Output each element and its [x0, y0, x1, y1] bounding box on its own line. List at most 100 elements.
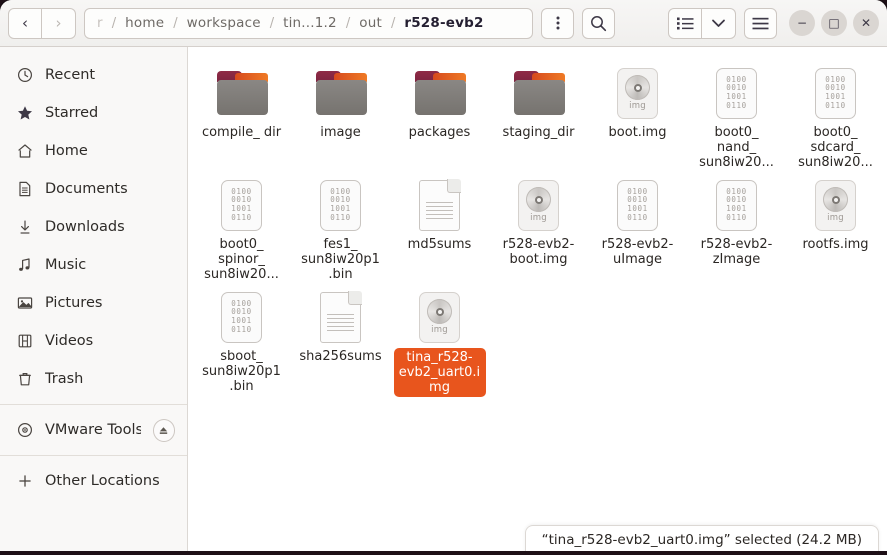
- window-bottom-edge: [0, 551, 887, 555]
- binary-file-icon: 0100 0010 1001 0110: [716, 179, 757, 231]
- eject-button[interactable]: [152, 418, 175, 442]
- file-item[interactable]: 0100 0010 1001 0110 sboot_ sun8iw20p1 .bin: [192, 283, 291, 397]
- file-item[interactable]: 0100 0010 1001 0110 boot0_ sdcard_ sun8iw20.…: [786, 59, 885, 171]
- sidebar-item-music[interactable]: Music: [0, 246, 187, 284]
- sidebar-divider: [0, 404, 187, 405]
- disc-image-file-icon: img: [815, 179, 856, 231]
- sidebar-item-label: Home: [45, 143, 88, 159]
- breadcrumb-separator: /: [390, 15, 396, 31]
- file-icon-wrap: [419, 177, 461, 233]
- search-button[interactable]: [582, 7, 616, 39]
- sidebar-item-pictures[interactable]: Pictures: [0, 284, 187, 322]
- file-icon-wrap: 0100 0010 1001 0110: [716, 65, 757, 121]
- file-item[interactable]: 0100 0010 1001 0110 r528-evb2- uImage: [588, 171, 687, 283]
- list-view-button[interactable]: [668, 7, 703, 39]
- minimize-button[interactable]: −: [789, 10, 816, 36]
- sidebar-item-videos[interactable]: Videos: [0, 322, 187, 360]
- breadcrumb-item-0[interactable]: r: [95, 15, 105, 31]
- file-label: boot0_ nand_ sun8iw20...: [699, 125, 774, 170]
- sidebar-item-label: Other Locations: [45, 473, 160, 489]
- sidebar-item-label: Videos: [45, 333, 94, 349]
- breadcrumb-item-4[interactable]: out: [357, 15, 384, 31]
- kebab-menu-icon: [556, 16, 560, 30]
- header-bar: ‹ › r / home / workspace / tin...1.2 / o…: [0, 0, 887, 47]
- binary-file-icon: 0100 0010 1001 0110: [221, 179, 262, 231]
- sidebar-item-documents[interactable]: Documents: [0, 170, 187, 208]
- sidebar: Recent Starred Home Documents Downloads …: [0, 47, 188, 555]
- file-item[interactable]: packages: [390, 59, 489, 171]
- file-label: packages: [408, 125, 471, 140]
- file-item[interactable]: md5sums: [390, 171, 489, 283]
- file-manager-window: ‹ › r / home / workspace / tin...1.2 / o…: [0, 0, 887, 555]
- file-item[interactable]: 0100 0010 1001 0110 boot0_ spinor_ sun8iw20.…: [192, 171, 291, 283]
- minimize-icon: −: [796, 16, 808, 30]
- sidebar-item-home[interactable]: Home: [0, 132, 187, 170]
- breadcrumb-item-2[interactable]: workspace: [185, 15, 263, 31]
- plus-icon: [16, 473, 33, 490]
- back-button[interactable]: ‹: [8, 7, 42, 39]
- file-item[interactable]: image: [291, 59, 390, 171]
- file-icon-wrap: [314, 65, 368, 121]
- file-item[interactable]: img r528-evb2- boot.img: [489, 171, 588, 283]
- file-label: staging_dir: [502, 125, 575, 140]
- file-item[interactable]: sha256sums: [291, 283, 390, 397]
- file-label: boot0_ spinor_ sun8iw20...: [204, 237, 279, 282]
- breadcrumb-item-3[interactable]: tin...1.2: [281, 15, 339, 31]
- sidebar-item-label: Pictures: [45, 295, 103, 311]
- file-label: boot0_ sdcard_ sun8iw20...: [798, 125, 873, 170]
- document-icon: [16, 181, 33, 198]
- file-item[interactable]: 0100 0010 1001 0110 r528-evb2- zImage: [687, 171, 786, 283]
- maximize-button[interactable]: □: [821, 10, 848, 36]
- file-item[interactable]: compile_ dir: [192, 59, 291, 171]
- folder-icon: [413, 71, 467, 115]
- text-file-icon: [419, 178, 461, 231]
- sidebar-item-label: Music: [45, 257, 87, 273]
- music-note-icon: [16, 257, 33, 274]
- file-label: sha256sums: [299, 349, 382, 364]
- view-options-button[interactable]: [702, 7, 737, 39]
- file-item[interactable]: 0100 0010 1001 0110 boot0_ nand_ sun8iw20...: [687, 59, 786, 171]
- sidebar-item-other-locations[interactable]: Other Locations: [0, 462, 187, 500]
- file-icon-wrap: img: [518, 177, 559, 233]
- file-icon-wrap: 0100 0010 1001 0110: [320, 177, 361, 233]
- file-item[interactable]: 0100 0010 1001 0110 fes1_ sun8iw20p1 .bin: [291, 171, 390, 283]
- sidebar-item-vmware-tools[interactable]: VMware Tools: [0, 411, 187, 449]
- disc-image-file-icon: img: [518, 179, 559, 231]
- sidebar-item-starred[interactable]: Starred: [0, 94, 187, 132]
- binary-file-icon: 0100 0010 1001 0110: [320, 179, 361, 231]
- close-button[interactable]: ✕: [853, 10, 880, 36]
- file-icon-wrap: [320, 289, 362, 345]
- sidebar-item-label: Recent: [45, 67, 96, 83]
- file-item[interactable]: img boot.img: [588, 59, 687, 171]
- binary-file-icon: 0100 0010 1001 0110: [617, 179, 658, 231]
- file-item[interactable]: staging_dir: [489, 59, 588, 171]
- main-menu-button[interactable]: [744, 7, 778, 39]
- sidebar-item-trash[interactable]: Trash: [0, 360, 187, 398]
- sidebar-item-downloads[interactable]: Downloads: [0, 208, 187, 246]
- file-item[interactable]: img rootfs.img: [786, 171, 885, 283]
- folder-icon: [512, 71, 566, 115]
- sidebar-item-recent[interactable]: Recent: [0, 56, 187, 94]
- file-icon-wrap: 0100 0010 1001 0110: [617, 177, 658, 233]
- window-controls: − □ ✕: [789, 10, 880, 36]
- disc-image-file-icon: img: [617, 67, 658, 119]
- path-bar[interactable]: r / home / workspace / tin...1.2 / out /…: [84, 7, 534, 39]
- film-icon: [16, 333, 33, 350]
- file-label: image: [320, 125, 361, 140]
- file-icon-wrap: img: [419, 289, 460, 345]
- sidebar-item-label: Starred: [45, 105, 99, 121]
- forward-button[interactable]: ›: [42, 7, 76, 39]
- sidebar-item-label: Downloads: [45, 219, 125, 235]
- maximize-icon: □: [828, 16, 840, 30]
- path-menu-button[interactable]: [541, 7, 575, 39]
- breadcrumb-item-1[interactable]: home: [123, 15, 166, 31]
- breadcrumb-item-current[interactable]: r528-evb2: [402, 15, 485, 31]
- close-icon: ✕: [860, 16, 872, 30]
- list-view-icon: [676, 17, 694, 29]
- file-label: tina_r528-evb2_uart0.img: [393, 348, 486, 397]
- file-item-selected[interactable]: img tina_r528-evb2_uart0.img: [390, 283, 489, 397]
- file-icon-wrap: [512, 65, 566, 121]
- binary-file-icon: 0100 0010 1001 0110: [221, 291, 262, 343]
- navigation-buttons: ‹ ›: [8, 7, 76, 39]
- file-grid-area[interactable]: compile_ dir image packages staging_dir img b…: [188, 47, 887, 555]
